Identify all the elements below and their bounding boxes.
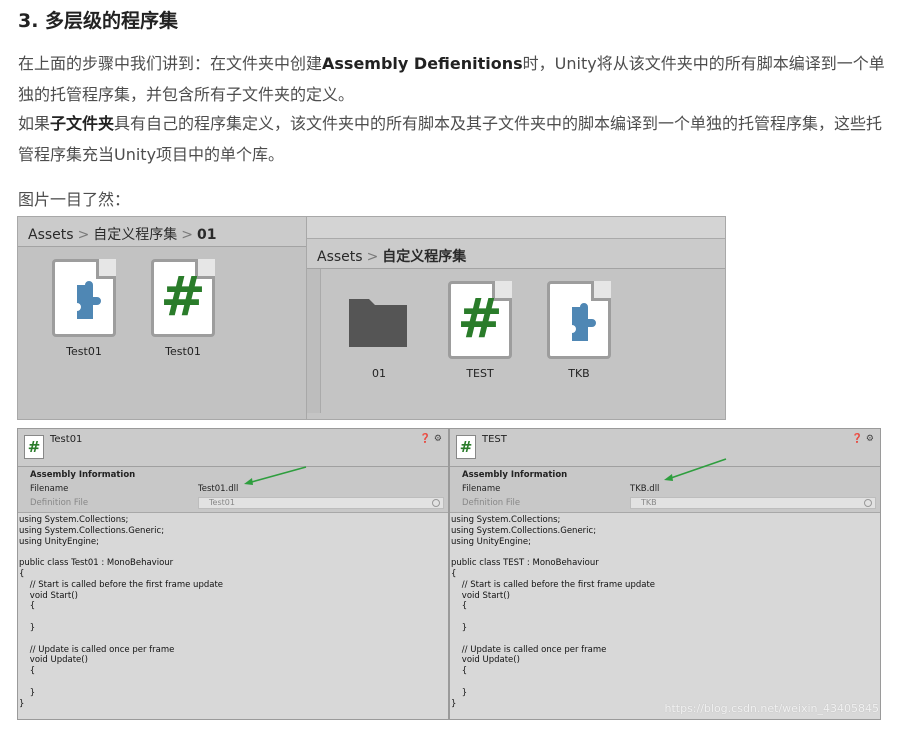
- crumb-assets[interactable]: Assets: [28, 227, 74, 243]
- help-settings-icon[interactable]: ❓ ⚙: [420, 434, 442, 444]
- folder-icon: [344, 279, 414, 361]
- definition-file-field[interactable]: Test01: [198, 497, 444, 509]
- object-picker-icon: [432, 499, 440, 507]
- section-title: Assembly Information: [30, 470, 136, 480]
- csharp-script-icon: #: [24, 435, 44, 459]
- csharp-script-icon: #: [456, 435, 476, 459]
- project-window-right: Assets > 自定义程序集 01 # TEST TKB: [306, 216, 726, 420]
- inspector-title: TEST: [482, 434, 507, 445]
- object-picker-icon: [864, 499, 872, 507]
- help-settings-icon[interactable]: ❓ ⚙: [852, 434, 874, 444]
- assembly-definition-icon: [544, 279, 614, 361]
- paragraph-figure-caption: 图片一目了然：: [18, 190, 131, 209]
- assembly-definition-icon: [49, 257, 119, 339]
- section-heading: 3. 多层级的程序集: [18, 10, 179, 32]
- breadcrumb: Assets > 自定义程序集: [307, 239, 725, 269]
- asset-item[interactable]: 01: [339, 279, 419, 380]
- asset-item[interactable]: Test01: [44, 257, 124, 358]
- arrow-icon: [244, 466, 307, 485]
- asset-item[interactable]: TKB: [539, 279, 619, 380]
- arrow-icon: [664, 458, 727, 481]
- inspector-title: Test01: [50, 434, 83, 445]
- project-window-left: Assets > 自定义程序集 >01 Test01 # Test01: [17, 216, 307, 420]
- filename-row: Filename Test01.dll: [30, 484, 239, 494]
- script-source: using System.Collections; using System.C…: [451, 515, 656, 709]
- paragraph-intro: 在上面的步骤中我们讲到：在文件夹中创建Assembly Defienitions…: [18, 54, 885, 104]
- crumb-custom-assembly[interactable]: 自定义程序集: [93, 227, 177, 243]
- crumb-01[interactable]: 01: [197, 227, 216, 243]
- bold-term: 子文件夹: [50, 114, 115, 133]
- csharp-script-icon: #: [445, 279, 515, 361]
- breadcrumb: Assets > 自定义程序集 >01: [18, 217, 306, 247]
- definition-file-label: Definition File: [462, 498, 521, 508]
- crumb-custom-assembly[interactable]: 自定义程序集: [382, 249, 466, 265]
- filename-value: TKB.dll: [630, 484, 660, 494]
- bold-term: Assembly Defienitions: [322, 54, 523, 73]
- section-title: Assembly Information: [462, 470, 568, 480]
- definition-file-label: Definition File: [30, 498, 89, 508]
- filename-row: Filename TKB.dll: [462, 484, 660, 494]
- csharp-script-icon: #: [148, 257, 218, 339]
- filename-value: Test01.dll: [198, 484, 239, 494]
- definition-file-field[interactable]: TKB: [630, 497, 876, 509]
- asset-item[interactable]: # TEST: [440, 279, 520, 380]
- inspector-panel-right: # TEST ❓ ⚙ Assembly Information Filename…: [449, 428, 881, 720]
- asset-item[interactable]: # Test01: [143, 257, 223, 358]
- paragraph-subfolder: 如果子文件夹具有自己的程序集定义，该文件夹中的所有脚本及其子文件夹中的脚本编译到…: [18, 114, 883, 164]
- inspector-panel-left: # Test01 ❓ ⚙ Assembly Information Filena…: [17, 428, 449, 720]
- side-panel: [307, 269, 321, 413]
- script-source: using System.Collections; using System.C…: [19, 515, 224, 709]
- crumb-assets[interactable]: Assets: [317, 249, 363, 265]
- watermark: https://blog.csdn.net/weixin_43405845: [664, 702, 879, 715]
